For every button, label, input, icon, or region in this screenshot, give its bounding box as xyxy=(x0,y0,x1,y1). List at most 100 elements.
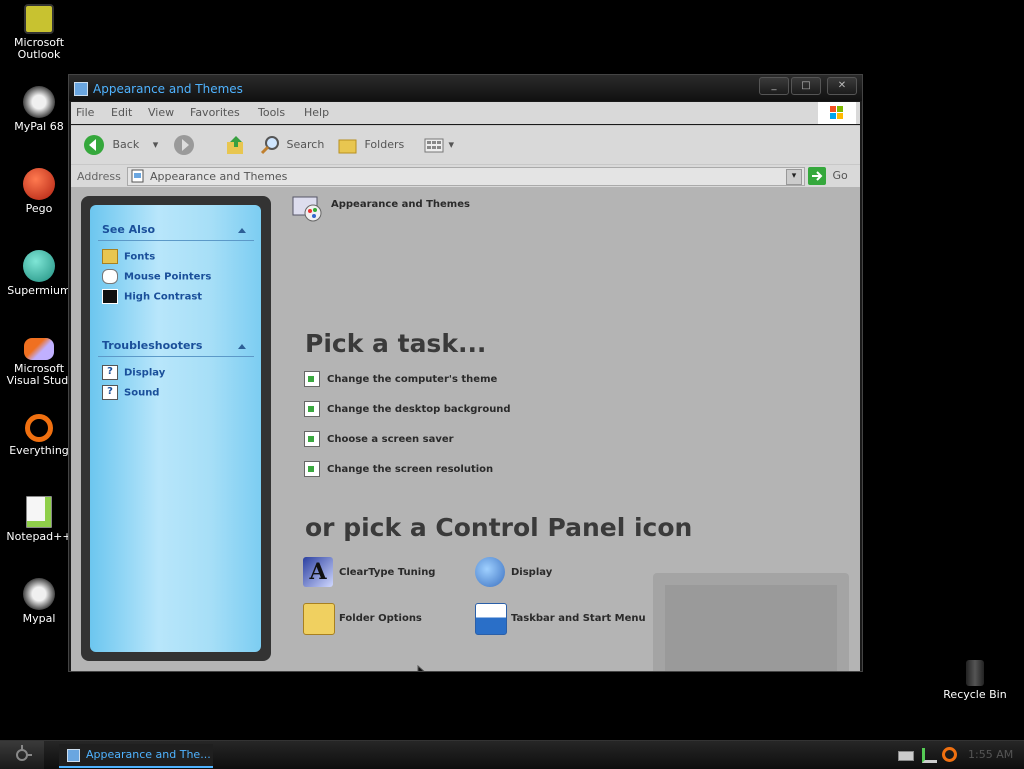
folders-icon xyxy=(338,139,357,154)
go-arrow-icon xyxy=(808,167,826,185)
taskbar: Appearance and The... 1:55 AM xyxy=(0,740,1024,769)
address-label: Address xyxy=(77,170,121,183)
maximize-button[interactable]: □ xyxy=(791,77,821,95)
keyboard-icon[interactable] xyxy=(898,751,914,761)
folders-button[interactable]: Folders xyxy=(337,134,404,156)
category-title: Appearance and Themes xyxy=(331,199,470,210)
appearance-themes-icon xyxy=(292,196,322,222)
folders-label: Folders xyxy=(364,138,405,151)
address-bar: Address Appearance and Themes ▾ Go xyxy=(71,164,860,187)
everything-icon xyxy=(25,414,53,442)
control-panel-icon xyxy=(67,748,80,762)
mypal-icon xyxy=(23,86,55,118)
control-panel-icon xyxy=(131,169,144,183)
visual-studio-icon xyxy=(24,338,54,360)
sidebar-item-high-contrast[interactable]: High Contrast xyxy=(102,289,202,305)
cp-folder-options[interactable]: Folder Options xyxy=(303,603,453,635)
high-contrast-icon xyxy=(102,289,118,304)
minimize-button[interactable]: _ xyxy=(759,77,789,95)
forward-arrow-icon xyxy=(174,135,194,155)
taskbar-start-menu-icon xyxy=(475,603,507,635)
mouse-icon xyxy=(102,269,118,284)
cleartype-icon: A xyxy=(303,557,333,587)
windows-logo-icon xyxy=(818,102,856,124)
menu-file[interactable]: File xyxy=(76,106,94,119)
menu-tools[interactable]: Tools xyxy=(258,106,285,119)
sidebar-panel: See Also Fonts Mouse Pointers High Contr… xyxy=(90,205,261,652)
go-button[interactable]: Go xyxy=(808,167,848,185)
go-label: Go xyxy=(832,169,848,182)
menu-bar: File Edit View Favorites Tools Help xyxy=(71,102,860,124)
task-arrow-icon xyxy=(304,371,320,387)
task-screen-resolution[interactable]: Change the screen resolution xyxy=(304,461,493,477)
sidebar-item-sound[interactable]: ? Sound xyxy=(102,385,159,401)
menu-favorites[interactable]: Favorites xyxy=(190,106,240,119)
search-label: Search xyxy=(286,138,325,151)
up-folder-icon xyxy=(227,136,243,154)
desktop-icon-outlook[interactable]: Microsoft Outlook xyxy=(0,4,79,61)
forward-button[interactable] xyxy=(173,134,195,156)
outlook-icon xyxy=(24,4,54,34)
menu-edit[interactable]: Edit xyxy=(111,106,132,119)
search-button[interactable]: Search xyxy=(259,134,324,156)
sidebar-item-mouse-pointers[interactable]: Mouse Pointers xyxy=(102,269,211,285)
folder-options-icon xyxy=(303,603,335,635)
desktop-icon-label: Microsoft Outlook xyxy=(13,36,65,61)
address-field[interactable]: Appearance and Themes ▾ xyxy=(127,167,805,186)
troubleshooters-title[interactable]: Troubleshooters xyxy=(102,339,202,352)
fonts-folder-icon xyxy=(102,249,118,264)
address-dropdown-icon[interactable]: ▾ xyxy=(786,169,802,185)
start-button[interactable] xyxy=(0,741,44,769)
pick-task-heading: Pick a task... xyxy=(305,329,487,358)
see-also-title[interactable]: See Also xyxy=(102,223,155,236)
taskbar-button-appearance[interactable]: Appearance and The... xyxy=(59,744,213,768)
menu-help[interactable]: Help xyxy=(304,106,329,119)
cp-cleartype-tuning[interactable]: A ClearType Tuning xyxy=(303,557,453,589)
task-change-background[interactable]: Change the desktop background xyxy=(304,401,511,417)
display-icon xyxy=(475,557,505,587)
address-value: Appearance and Themes xyxy=(150,170,288,183)
supermium-icon xyxy=(23,250,55,282)
start-icon xyxy=(16,745,32,761)
notepadpp-icon xyxy=(26,496,52,528)
toolbar: Back ▾ Search Folders ▾ xyxy=(71,125,860,164)
task-arrow-icon xyxy=(304,461,320,477)
back-dropdown-icon[interactable]: ▾ xyxy=(153,138,159,151)
collapse-arrow-icon[interactable] xyxy=(238,228,246,233)
explorer-window: Appearance and Themes _ □ ✕ File Edit Vi… xyxy=(68,74,863,672)
desktop-icon-recycle-bin[interactable]: Recycle Bin xyxy=(935,660,1015,701)
task-screen-saver[interactable]: Choose a screen saver xyxy=(304,431,454,447)
menu-view[interactable]: View xyxy=(148,106,174,119)
back-arrow-icon xyxy=(84,135,104,155)
views-dropdown-icon: ▾ xyxy=(448,138,455,151)
cp-display[interactable]: Display xyxy=(475,557,595,589)
cp-taskbar-start-menu[interactable]: Taskbar and Start Menu xyxy=(475,603,655,635)
content-pane: See Also Fonts Mouse Pointers High Contr… xyxy=(71,187,860,671)
sidebar-item-display[interactable]: ? Display xyxy=(102,365,165,381)
window-titlebar[interactable]: Appearance and Themes _ □ ✕ xyxy=(69,75,862,101)
control-panel-icon xyxy=(74,82,88,96)
divider xyxy=(98,240,254,241)
sidebar-item-fonts[interactable]: Fonts xyxy=(102,249,155,265)
task-change-theme[interactable]: Change the computer's theme xyxy=(304,371,497,387)
task-arrow-icon xyxy=(304,431,320,447)
clock[interactable]: 1:55 AM xyxy=(968,748,1013,761)
recycle-bin-icon xyxy=(966,660,984,686)
views-icon xyxy=(424,138,444,153)
window-title: Appearance and Themes xyxy=(93,82,243,96)
views-button[interactable]: ▾ xyxy=(423,134,454,156)
desktop-icon-label: Recycle Bin xyxy=(943,688,1007,701)
pego-icon xyxy=(23,168,55,200)
task-sidebar: See Also Fonts Mouse Pointers High Contr… xyxy=(81,196,271,661)
pick-icon-heading: or pick a Control Panel icon xyxy=(305,513,693,542)
help-icon: ? xyxy=(102,365,118,380)
mypal-icon xyxy=(23,578,55,610)
monitor-watermark-icon xyxy=(653,573,849,671)
network-icon[interactable] xyxy=(922,748,937,763)
up-folder-button[interactable] xyxy=(225,134,247,156)
task-arrow-icon xyxy=(304,401,320,417)
close-button[interactable]: ✕ xyxy=(827,77,857,95)
back-button[interactable]: Back ▾ xyxy=(83,134,158,156)
search-tray-icon[interactable] xyxy=(942,747,957,762)
collapse-arrow-icon[interactable] xyxy=(238,344,246,349)
